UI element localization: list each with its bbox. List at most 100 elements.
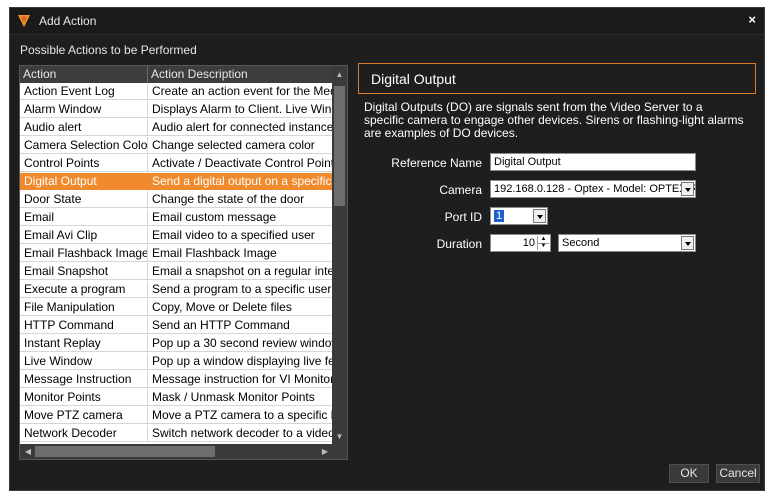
- scroll-down-arrow-icon[interactable]: ▼: [332, 430, 347, 444]
- duration-unit-select[interactable]: Second: [558, 234, 696, 252]
- action-description-cell: Message instruction for VI MonitorPl: [148, 371, 333, 388]
- column-header-description[interactable]: Action Description: [148, 66, 333, 83]
- action-description-cell: Change the state of the door: [148, 191, 333, 208]
- reference-name-label: Reference Name: [391, 156, 482, 170]
- cancel-button[interactable]: Cancel: [716, 464, 760, 483]
- title-bar: Add Action ×: [10, 8, 764, 35]
- action-name-cell: Alarm Window: [20, 101, 148, 118]
- list-item[interactable]: Control Points Activate / Deactivate Cont…: [20, 155, 333, 173]
- list-item[interactable]: Message Instruction Message instruction f…: [20, 371, 333, 389]
- list-item[interactable]: Audio alert Audio alert for connected ins…: [20, 119, 333, 137]
- scroll-right-arrow-icon[interactable]: ▶: [318, 444, 332, 459]
- action-description-cell: Displays Alarm to Client. Live Windo: [148, 101, 333, 118]
- action-name-cell: Email Flashback Image: [20, 245, 148, 262]
- action-description-cell: Send an HTTP Command: [148, 317, 333, 334]
- vertical-scrollbar[interactable]: ▲ ▼: [332, 66, 347, 445]
- duration-value: 10: [522, 237, 535, 249]
- list-item[interactable]: HTTP Command Send an HTTP Command: [20, 317, 333, 335]
- action-name-cell: File Manipulation: [20, 299, 148, 316]
- camera-label: Camera: [439, 183, 482, 197]
- action-name-cell: Email: [20, 209, 148, 226]
- action-name-cell: Instant Replay: [20, 335, 148, 352]
- actions-list[interactable]: Action Action Description Action Event L…: [19, 65, 348, 460]
- action-description-cell: Audio alert for connected instances c: [148, 119, 333, 136]
- action-name-cell: Live Window: [20, 353, 148, 370]
- action-description-cell: Pop up a 30 second review window o: [148, 335, 333, 352]
- chevron-down-icon[interactable]: [533, 209, 546, 223]
- action-name-cell: Move PTZ camera: [20, 407, 148, 424]
- app-shield-icon: [18, 15, 30, 27]
- action-description-cell: Email a snapshot on a regular interva: [148, 263, 333, 280]
- panel-header: Digital Output: [358, 63, 756, 94]
- list-item[interactable]: Alarm Window Displays Alarm to Client. Li…: [20, 101, 333, 119]
- list-item[interactable]: Camera Selection Color Change selected ca…: [20, 137, 333, 155]
- action-description-cell: Copy, Move or Delete files: [148, 299, 333, 316]
- column-header-action[interactable]: Action: [20, 66, 148, 83]
- list-item[interactable]: Email Email custom message: [20, 209, 333, 227]
- list-item[interactable]: Execute a program Send a program to a spe…: [20, 281, 333, 299]
- action-name-cell: Audio alert: [20, 119, 148, 136]
- action-description-cell: Mask / Unmask Monitor Points: [148, 389, 333, 406]
- list-item[interactable]: Move PTZ camera Move a PTZ camera to a sp…: [20, 407, 333, 425]
- duration-label: Duration: [436, 237, 482, 251]
- action-description-cell: Email video to a specified user: [148, 227, 333, 244]
- list-body: Action Event Log Create an action event f…: [20, 83, 333, 444]
- spin-down-icon[interactable]: ▼: [538, 243, 549, 250]
- list-item[interactable]: Email Snapshot Email a snapshot on a regu…: [20, 263, 333, 281]
- list-item[interactable]: Live Window Pop up a window displaying li…: [20, 353, 333, 371]
- action-name-cell: Action Event Log: [20, 83, 148, 100]
- duration-unit-value: Second: [562, 237, 600, 249]
- list-header: Action Action Description: [20, 66, 333, 83]
- reference-name-input[interactable]: Digital Output: [490, 153, 696, 171]
- action-name-cell: Message Instruction: [20, 371, 148, 388]
- vertical-scroll-thumb[interactable]: [334, 86, 345, 206]
- list-item[interactable]: Network Decoder Switch network decoder to…: [20, 425, 333, 443]
- action-description: Digital Outputs (DO) are signals sent fr…: [364, 100, 744, 140]
- action-name-cell: Email Snapshot: [20, 263, 148, 280]
- list-item[interactable]: Door State Change the state of the door: [20, 191, 333, 209]
- list-item[interactable]: Action Event Log Create an action event f…: [20, 83, 333, 101]
- ok-button[interactable]: OK: [669, 464, 709, 483]
- list-item[interactable]: File Manipulation Copy, Move or Delete fi…: [20, 299, 333, 317]
- action-description-cell: Email Flashback Image: [148, 245, 333, 262]
- action-name-cell: Digital Output: [20, 173, 148, 190]
- horizontal-scroll-thumb[interactable]: [35, 446, 215, 457]
- action-description-cell: Send a digital output on a specific p: [148, 173, 333, 190]
- action-description-cell: Change selected camera color: [148, 137, 333, 154]
- list-item[interactable]: Monitor Points Mask / Unmask Monitor Poin…: [20, 389, 333, 407]
- list-item[interactable]: Digital Output Send a digital output on a…: [20, 173, 333, 191]
- action-name-cell: Execute a program: [20, 281, 148, 298]
- add-action-dialog: Add Action × Possible Actions to be Perf…: [9, 7, 765, 491]
- action-description-cell: Switch network decoder to a video s: [148, 425, 333, 442]
- action-name-cell: Camera Selection Color: [20, 137, 148, 154]
- camera-select-value: 192.168.0.128 - Optex - Model: OPTEX RLS: [494, 183, 696, 195]
- action-name-cell: HTTP Command: [20, 317, 148, 334]
- spinner-buttons[interactable]: ▲ ▼: [537, 236, 549, 250]
- port-id-value: 1: [494, 210, 505, 222]
- chevron-down-icon[interactable]: [681, 236, 694, 250]
- action-name-cell: Door State: [20, 191, 148, 208]
- duration-spinner[interactable]: 10 ▲ ▼: [490, 234, 551, 252]
- horizontal-scrollbar[interactable]: ◀ ▶: [20, 444, 347, 459]
- camera-select[interactable]: 192.168.0.128 - Optex - Model: OPTEX RLS: [490, 180, 696, 198]
- window-title: Add Action: [39, 14, 97, 28]
- list-item[interactable]: Email Flashback Image Email Flashback Ima…: [20, 245, 333, 263]
- list-item[interactable]: Email Avi Clip Email video to a specified…: [20, 227, 333, 245]
- chevron-down-icon[interactable]: [681, 182, 694, 196]
- section-label: Possible Actions to be Performed: [20, 43, 197, 57]
- action-description-cell: Create an action event for the Media: [148, 83, 333, 100]
- action-name-cell: Email Avi Clip: [20, 227, 148, 244]
- scroll-up-arrow-icon[interactable]: ▲: [332, 68, 347, 82]
- action-description-cell: Pop up a window displaying live feed: [148, 353, 333, 370]
- close-icon[interactable]: ×: [748, 12, 756, 27]
- action-name-cell: Monitor Points: [20, 389, 148, 406]
- action-name-cell: Network Decoder: [20, 425, 148, 442]
- port-id-label: Port ID: [444, 210, 482, 224]
- scroll-left-arrow-icon[interactable]: ◀: [21, 444, 35, 459]
- action-description-cell: Activate / Deactivate Control Points: [148, 155, 333, 172]
- port-id-select[interactable]: 1: [490, 207, 548, 225]
- panel-title: Digital Output: [371, 71, 456, 87]
- action-description-cell: Send a program to a specific user ru: [148, 281, 333, 298]
- list-item[interactable]: Instant Replay Pop up a 30 second review …: [20, 335, 333, 353]
- action-description-cell: Email custom message: [148, 209, 333, 226]
